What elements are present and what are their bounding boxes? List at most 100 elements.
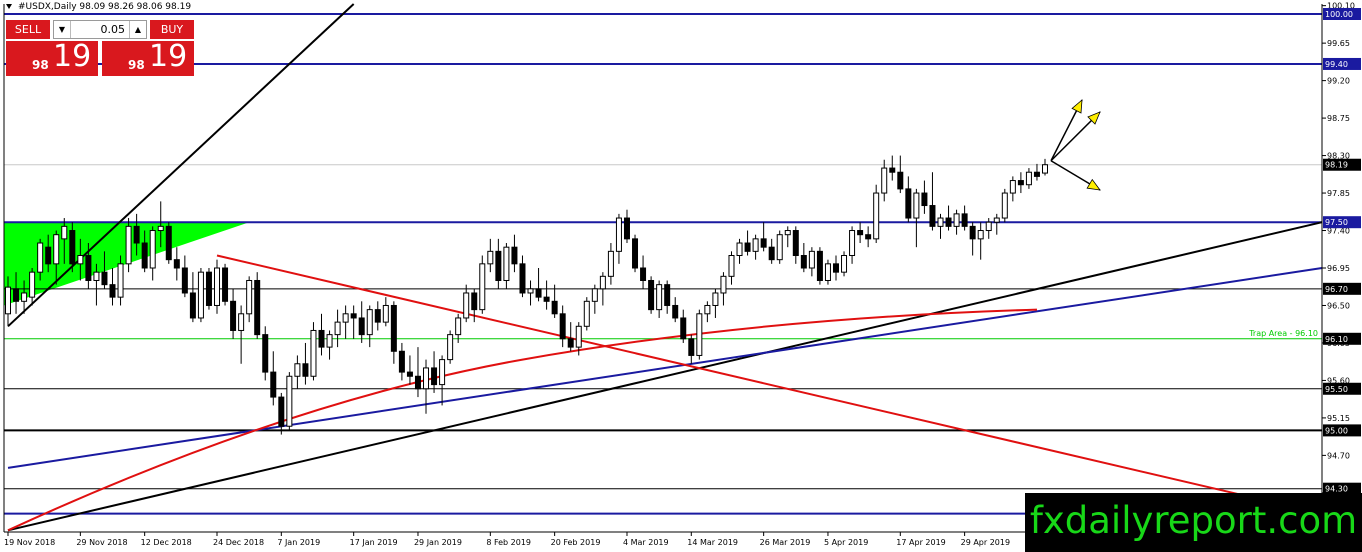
candle-body <box>696 313 703 356</box>
candle-body <box>318 329 325 348</box>
x-tick-label: 19 Nov 2018 <box>4 538 55 547</box>
level-annotation: Trap Area - 96.10 <box>1248 329 1318 338</box>
y-tick-label: 95.15 <box>1327 414 1350 423</box>
candle-body <box>985 221 992 232</box>
candle-body <box>214 267 221 306</box>
symbol-info: #USDX,Daily 98.09 98.26 98.06 98.19 <box>18 2 192 12</box>
candle-body <box>447 334 454 361</box>
buy-price-small: 98 <box>128 58 145 72</box>
x-tick-label: 29 Jan 2019 <box>414 538 462 547</box>
candle-body <box>85 255 92 281</box>
x-tick-label: 29 Nov 2018 <box>76 538 127 547</box>
candle-body <box>1033 171 1040 177</box>
candle-body <box>286 375 293 427</box>
candle-body <box>519 263 526 294</box>
buy-button[interactable]: BUY <box>150 20 194 39</box>
lot-size-value[interactable]: 0.05 <box>72 21 128 38</box>
decrease-lot-icon[interactable]: ▼ <box>54 21 71 38</box>
candle-body <box>294 363 301 377</box>
candle-body <box>873 192 880 240</box>
price-chart: Trap Area - 96.10100.1099.6599.2098.7598… <box>3 2 1361 547</box>
candle-body <box>905 188 912 219</box>
candle-body <box>929 205 936 227</box>
candle-body <box>278 396 285 427</box>
forecast-arrow-down-icon <box>1086 178 1101 191</box>
candle-body <box>157 225 164 232</box>
candle-body <box>310 329 317 377</box>
buy-price-big: 19 <box>149 39 188 74</box>
candle-body <box>61 225 68 240</box>
watermark-logo: fxdailyreport.com <box>1025 493 1362 552</box>
level-badge-label: 96.10 <box>1325 335 1348 344</box>
candle-body <box>704 304 711 315</box>
candle-body <box>849 230 856 257</box>
candle-body <box>334 321 341 336</box>
candle-body <box>374 309 381 323</box>
candle-body <box>29 271 36 298</box>
red-curve-line <box>7 308 1037 532</box>
level-badge-label: 97.50 <box>1325 218 1348 227</box>
y-tick-label: 94.70 <box>1327 451 1350 460</box>
candle-body <box>238 313 245 331</box>
y-tick-label: 97.85 <box>1327 189 1350 198</box>
candle-body <box>390 304 397 352</box>
candle-body <box>993 217 1000 223</box>
candle-body <box>752 238 759 252</box>
candle-body <box>720 275 727 294</box>
x-tick-label: 17 Jan 2019 <box>350 538 398 547</box>
candle-body <box>479 263 486 311</box>
candle-body <box>583 300 590 327</box>
sell-price-big: 19 <box>53 39 92 74</box>
candle-body <box>623 217 630 240</box>
candle-body <box>37 242 44 273</box>
candle-body <box>342 313 349 323</box>
candle-body <box>591 288 598 302</box>
candle-body <box>760 238 767 248</box>
candle-body <box>463 292 470 319</box>
x-tick-label: 29 Apr 2019 <box>961 538 1010 547</box>
sell-button[interactable]: SELL <box>6 20 50 39</box>
candle-body <box>776 234 783 261</box>
candle-body <box>439 359 446 386</box>
candle-body <box>640 267 647 281</box>
candle-body <box>632 238 639 269</box>
candle-body <box>607 250 614 277</box>
candle-body <box>326 334 333 348</box>
lot-size-stepper[interactable]: ▼ 0.05 ▲ <box>53 20 147 39</box>
x-tick-label: 12 Dec 2018 <box>141 538 192 547</box>
candle-body <box>808 250 815 269</box>
candle-body <box>471 292 478 311</box>
candle-body <box>575 325 582 348</box>
candle-body <box>527 288 534 294</box>
candle-body <box>832 263 839 273</box>
buy-price-button[interactable]: 98 19 <box>102 39 194 76</box>
y-tick-label: 98.75 <box>1327 114 1350 123</box>
candle-body <box>841 255 848 273</box>
candle-body <box>431 367 438 386</box>
candle-body <box>937 217 944 227</box>
one-click-trading-panel: SELL ▼ 0.05 ▲ BUY 98 19 98 19 <box>6 20 194 76</box>
y-tick-label: 99.65 <box>1327 39 1350 48</box>
candle-body <box>736 242 743 257</box>
sell-price-small: 98 <box>32 58 49 72</box>
candle-body <box>414 375 421 390</box>
increase-lot-icon[interactable]: ▲ <box>129 21 146 38</box>
candle-body <box>398 350 405 373</box>
candle-body <box>768 246 775 261</box>
candle-body <box>824 263 831 281</box>
candle-body <box>945 217 952 227</box>
candle-body <box>45 246 52 265</box>
candle-body <box>1042 164 1048 174</box>
candle-body <box>1017 180 1024 186</box>
candle-body <box>792 230 799 257</box>
level-badge-label: 95.50 <box>1325 385 1348 394</box>
candle-body <box>889 167 896 173</box>
trendline-3 <box>216 254 1323 515</box>
collapse-triangle-icon[interactable] <box>6 4 12 9</box>
sell-price-button[interactable]: 98 19 <box>6 39 98 76</box>
chart-header: #USDX,Daily 98.09 98.26 98.06 98.19 <box>6 2 191 12</box>
candle-body <box>53 234 60 265</box>
candle-body <box>93 271 100 281</box>
candle-body <box>543 296 550 302</box>
candle-body <box>302 363 309 377</box>
